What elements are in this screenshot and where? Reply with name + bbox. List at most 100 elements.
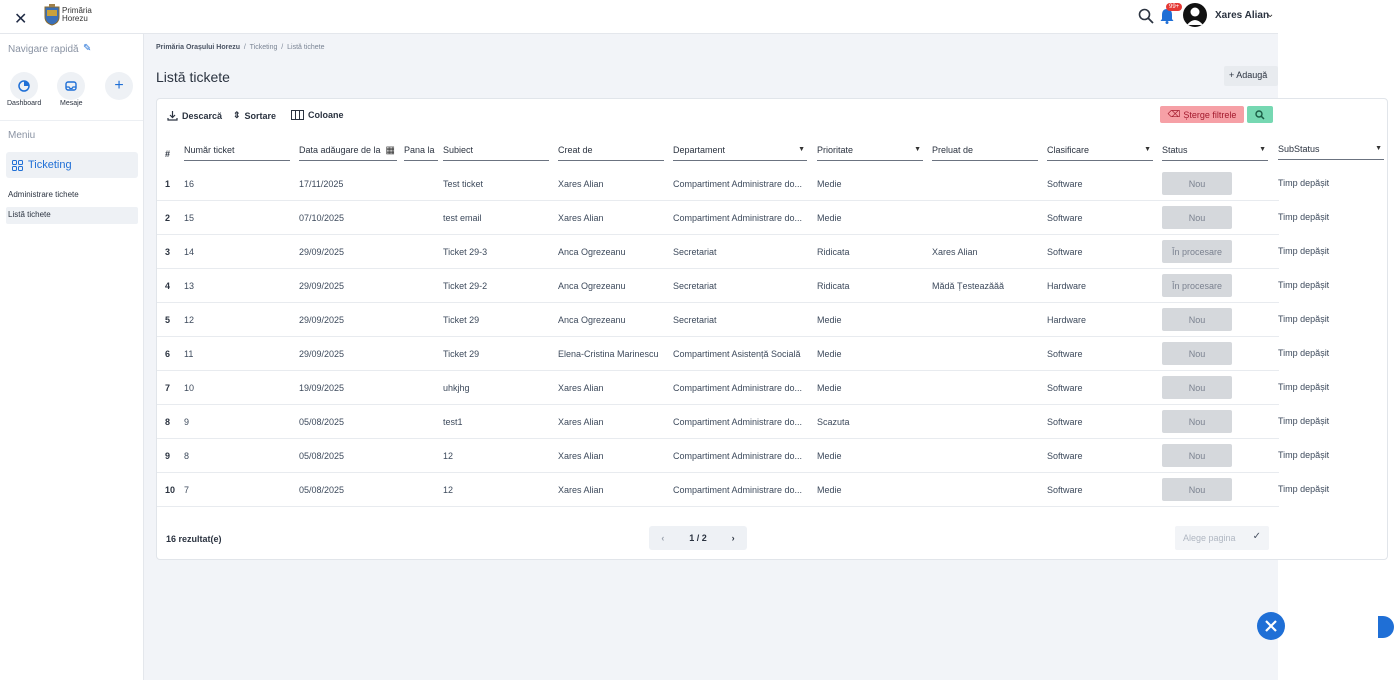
filter-nr-ticket[interactable]: Număr ticket [184, 145, 290, 161]
table-row[interactable]: 1 16 17/11/2025 Test ticket Xares Alian Compa… [157, 167, 1279, 201]
date-added: 29/09/2025 [299, 247, 345, 257]
add-shortcut-button[interactable]: + [105, 72, 133, 100]
pagination: ‹ 1 / 2 › [649, 526, 747, 550]
crest-icon [44, 4, 60, 26]
subject-cell: Ticket 29-2 [443, 281, 488, 291]
classification-label: Clasificare [1047, 145, 1090, 155]
columns-button[interactable]: Coloane [291, 110, 344, 120]
row-index: 6 [165, 349, 171, 359]
tools-fab[interactable] [1257, 612, 1285, 640]
subject-cell: test email [443, 213, 482, 223]
filter-substatus[interactable]: SubStatus ▼ [1278, 144, 1384, 160]
substatus-cell: Timp depășit [1278, 484, 1330, 494]
search-field[interactable] [1279, 105, 1387, 129]
messages-button[interactable] [57, 72, 85, 100]
filter-created-by[interactable]: Creat de [558, 145, 664, 161]
date-added: 29/09/2025 [299, 349, 345, 359]
quick-nav-title: Navigare rapidă [8, 44, 79, 55]
ticket-number: 12 [184, 315, 195, 325]
user-name[interactable]: Xares Alian [1215, 10, 1269, 21]
row-index: 4 [165, 281, 171, 291]
filter-classification[interactable]: Clasificare ▼ [1047, 145, 1153, 161]
messages-label: Mesaje [60, 100, 83, 107]
row-index: 2 [165, 213, 171, 223]
classification-cell: Software [1047, 247, 1083, 257]
priority-cell: Medie [817, 485, 842, 495]
check-icon[interactable]: ✓ [1253, 531, 1261, 542]
table-row[interactable]: 8 9 05/08/2025 test1 Xares Alian Compartiment… [157, 405, 1279, 439]
department-cell: Compartiment Asistență Socială [673, 349, 801, 359]
menu-title: Meniu [8, 130, 36, 141]
logo-text-line2: Horezu [62, 14, 88, 23]
breadcrumb-root[interactable]: Primăria Orașului Horezu [156, 44, 240, 51]
clear-filters-button[interactable]: ⌫ Șterge filtrele [1160, 106, 1244, 123]
sidebar-item-lista-tichete[interactable]: Listă tichete [6, 207, 138, 224]
table-row[interactable]: 7 10 19/09/2025 uhkjhg Xares Alian Compartime… [157, 371, 1279, 405]
add-button[interactable]: + Adaugă [1224, 66, 1278, 86]
sidebar-item-ticketing[interactable]: Ticketing [6, 152, 138, 178]
table-row[interactable]: 4 13 29/09/2025 Ticket 29-2 Anca Ogrezeanu Se… [157, 269, 1279, 303]
divider [0, 120, 143, 121]
priority-cell: Medie [817, 349, 842, 359]
table-row[interactable]: 10 7 05/08/2025 12 Xares Alian Compartiment A… [157, 473, 1279, 507]
subject-cell: test1 [443, 417, 463, 427]
chevron-down-icon[interactable]: ⌄ [1266, 9, 1274, 20]
breadcrumb-ticketing[interactable]: Ticketing [250, 44, 278, 51]
table-row[interactable]: 6 11 29/09/2025 Ticket 29 Elena-Cristina Mar… [157, 337, 1279, 371]
ticket-number: 8 [184, 451, 190, 461]
search-button[interactable] [1247, 106, 1273, 123]
results-count: 16 rezultat(e) [166, 534, 222, 544]
priority-cell: Medie [817, 383, 842, 393]
substatus-cell: Timp depășit [1278, 280, 1330, 290]
filter-subject[interactable]: Subiect [443, 145, 549, 161]
filter-date-to[interactable]: Pana la [404, 145, 438, 161]
download-label: Descarcă [182, 110, 223, 121]
created-by-cell: Anca Ogrezeanu [558, 281, 626, 291]
inbox-icon [65, 81, 77, 91]
caret-down-icon: ▼ [914, 146, 921, 153]
date-from-label: Data adăugare de la [299, 145, 381, 155]
substatus-cell: Timp depășit [1278, 450, 1330, 460]
table-row[interactable]: 5 12 29/09/2025 Ticket 29 Anca Ogrezeanu Secr… [157, 303, 1279, 337]
close-icon[interactable]: ✕ [14, 9, 27, 29]
date-added: 17/11/2025 [299, 179, 344, 189]
page-indicator: 1 / 2 [689, 533, 707, 543]
download-button[interactable]: Descarcă [167, 110, 222, 121]
table-row[interactable]: 9 8 05/08/2025 12 Xares Alian Compartiment Ad… [157, 439, 1279, 473]
status-badge: În procesare [1162, 240, 1232, 263]
filter-date-from[interactable]: Data adăugare de la ▦ [299, 145, 397, 161]
caret-down-icon: ▼ [798, 146, 805, 153]
filter-status[interactable]: Status ▼ [1162, 145, 1268, 161]
dashboard-button[interactable] [10, 72, 38, 100]
status-badge: Nou [1162, 478, 1232, 501]
dashboard-label: Dashboard [7, 100, 42, 107]
chevron-left-icon[interactable]: ‹ [661, 533, 664, 543]
status-badge: Nou [1162, 376, 1232, 399]
date-added: 29/09/2025 [299, 281, 345, 291]
search-icon[interactable] [1138, 8, 1154, 24]
created-by-cell: Xares Alian [558, 451, 604, 461]
table-row[interactable]: 3 14 29/09/2025 Ticket 29-3 Anca Ogrezeanu Se… [157, 235, 1279, 269]
tools-icon [1265, 620, 1277, 632]
chevron-right-icon[interactable]: › [732, 533, 735, 543]
priority-cell: Medie [817, 213, 842, 223]
avatar[interactable] [1183, 3, 1207, 27]
choose-page-input[interactable]: Alege pagina ✓ [1175, 526, 1269, 550]
sort-button[interactable]: ⇕ Sortare [233, 110, 276, 121]
classification-cell: Hardware [1047, 315, 1087, 325]
status-badge: Nou [1162, 172, 1232, 195]
filter-priority[interactable]: Prioritate ▼ [817, 145, 923, 161]
table-row[interactable]: 2 15 07/10/2025 test email Xares Alian Compar… [157, 201, 1279, 235]
department-cell: Compartiment Administrare do... [673, 213, 803, 223]
filter-department[interactable]: Departament ▼ [673, 145, 807, 161]
sidebar-item-label: Ticketing [28, 159, 72, 171]
subject-cell: Ticket 29 [443, 349, 480, 359]
filter-taken-by[interactable]: Preluat de [932, 145, 1038, 161]
edit-icon[interactable]: ✎ [83, 43, 91, 54]
breadcrumb-sep: / [243, 44, 246, 51]
created-by-cell: Xares Alian [558, 417, 604, 427]
sidebar-item-administrare[interactable]: Administrare tichete [8, 190, 79, 199]
ticket-number: 13 [184, 281, 195, 291]
logo[interactable]: Primăria Horezu [44, 4, 102, 26]
calendar-icon[interactable]: ▦ [386, 145, 395, 156]
